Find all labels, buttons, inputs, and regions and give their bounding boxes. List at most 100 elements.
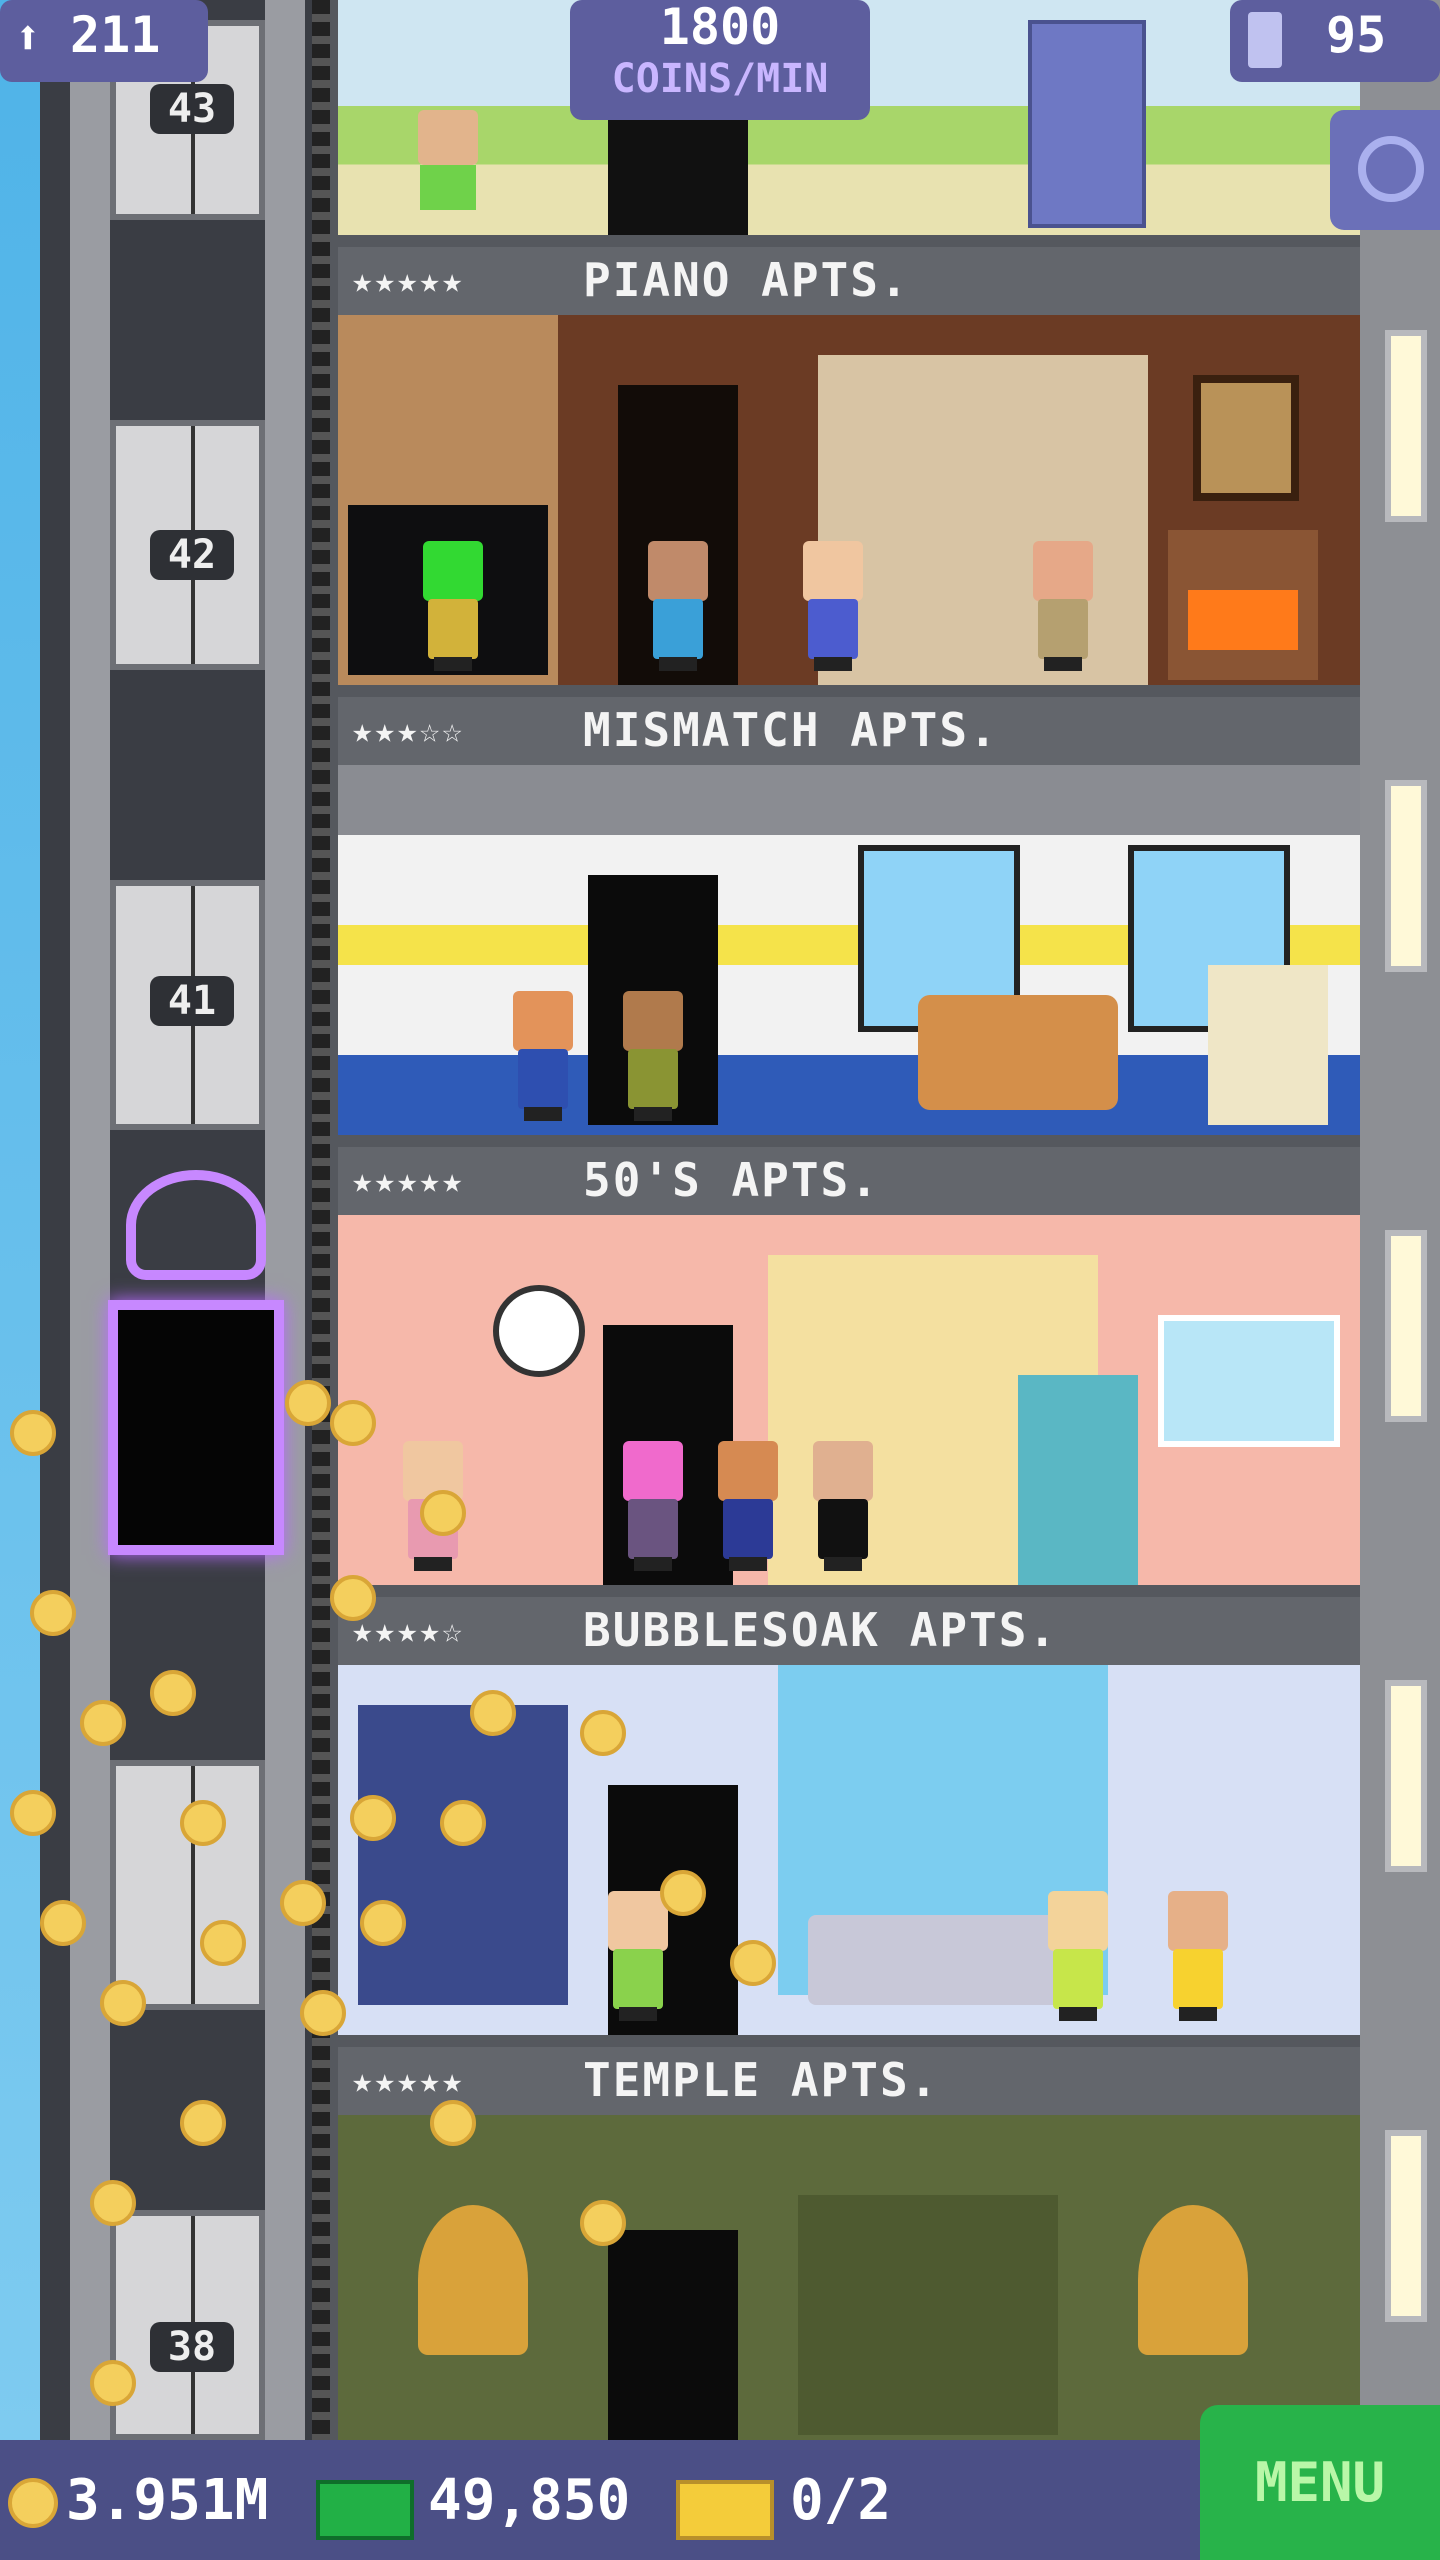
side-window — [1385, 1680, 1427, 1872]
resident[interactable] — [408, 110, 488, 210]
floor-stars: ★★★★★ — [352, 1161, 465, 1201]
coin-icon[interactable] — [660, 1870, 706, 1916]
resident[interactable] — [603, 1891, 673, 2021]
resident[interactable] — [798, 541, 868, 671]
person-icon: ⬆ — [14, 10, 42, 64]
bux-icon — [316, 2480, 414, 2540]
floor-banner[interactable]: ★★★★★ 50'S APTS. — [338, 1147, 1360, 1215]
side-window — [1385, 2130, 1427, 2322]
side-window — [1385, 330, 1427, 522]
elevator-door — [108, 1300, 284, 1555]
coin-icon[interactable] — [80, 1700, 126, 1746]
floor-piano-apts[interactable] — [338, 315, 1360, 685]
coin-icon[interactable] — [40, 1900, 86, 1946]
elevator-cable — [312, 0, 330, 2440]
floor-50s-apts[interactable] — [338, 1215, 1360, 1585]
floor-number-43: 43 — [150, 84, 234, 134]
floor-mismatch-apts[interactable] — [338, 765, 1360, 1135]
floor-banner[interactable]: ★★★★★ TEMPLE APTS. — [338, 2047, 1360, 2115]
floor-name: BUBBLESOAK APTS. — [583, 1603, 1059, 1657]
floor-count-value: 95 — [1326, 6, 1387, 64]
coin-icon — [8, 2478, 58, 2528]
floor-stars: ★★★★★ — [352, 261, 465, 301]
resident[interactable] — [508, 991, 578, 1121]
floor-name: TEMPLE APTS. — [583, 2053, 940, 2107]
coin-icon[interactable] — [730, 1940, 776, 1986]
resident[interactable] — [618, 991, 688, 1121]
resident[interactable] — [643, 541, 713, 671]
building-icon — [1248, 12, 1282, 68]
coin-icon[interactable] — [10, 1790, 56, 1836]
coin-icon[interactable] — [10, 1410, 56, 1456]
fridge-icon — [1028, 20, 1146, 228]
floor-name: MISMATCH APTS. — [583, 703, 999, 757]
coin-icon[interactable] — [350, 1795, 396, 1841]
coin-icon[interactable] — [300, 1990, 346, 2036]
floor-name: 50'S APTS. — [583, 1153, 880, 1207]
lion-statue-icon — [1138, 2205, 1248, 2355]
floor-temple-apts[interactable] — [338, 2115, 1360, 2440]
coin-icon[interactable] — [470, 1690, 516, 1736]
coin-icon[interactable] — [90, 2360, 136, 2406]
resident[interactable] — [1043, 1891, 1113, 2021]
coin-icon[interactable] — [180, 1800, 226, 1846]
floor-number-42: 42 — [150, 530, 234, 580]
coin-icon[interactable] — [330, 1575, 376, 1621]
coin-icon[interactable] — [580, 2200, 626, 2246]
population-value: 211 — [70, 6, 161, 64]
vip-elevator[interactable] — [96, 1160, 296, 1580]
tickets-count: 0/2 — [790, 2468, 892, 2533]
coin-icon[interactable] — [285, 1380, 331, 1426]
resident[interactable] — [618, 1441, 688, 1571]
coins-total: 3.951M — [66, 2468, 269, 2533]
floor-banner[interactable]: ★★★☆☆ MISMATCH APTS. — [338, 697, 1360, 765]
population-counter[interactable]: ⬆ 211 — [0, 0, 208, 82]
resident[interactable] — [808, 1441, 878, 1571]
coin-icon[interactable] — [30, 1590, 76, 1636]
coin-icon[interactable] — [430, 2100, 476, 2146]
floor-banner[interactable]: ★★★★★ PIANO APTS. — [338, 247, 1360, 315]
resident[interactable] — [1163, 1891, 1233, 2021]
coin-icon[interactable] — [360, 1900, 406, 1946]
coin-icon[interactable] — [440, 1800, 486, 1846]
floor-number-41: 41 — [150, 976, 234, 1026]
floor-stars: ★★★★☆ — [352, 1611, 465, 1651]
floor-banner[interactable]: ★★★★☆ BUBBLESOAK APTS. — [338, 1597, 1360, 1665]
zoom-button[interactable] — [1330, 110, 1440, 230]
resident[interactable] — [1028, 541, 1098, 671]
coin-icon[interactable] — [580, 1710, 626, 1756]
coins-rate-value: 1800 — [659, 0, 781, 56]
door — [608, 2230, 738, 2440]
door — [608, 110, 748, 235]
resident[interactable] — [713, 1441, 783, 1571]
floor-counter[interactable]: 95 — [1230, 0, 1440, 82]
coin-icon[interactable] — [180, 2100, 226, 2146]
clock-icon — [493, 1285, 585, 1377]
coin-icon[interactable] — [90, 2180, 136, 2226]
magnifier-icon — [1358, 136, 1424, 202]
lion-statue-icon — [418, 2205, 528, 2355]
menu-button[interactable]: MENU — [1200, 2405, 1440, 2560]
coins-rate-unit: COINS/MIN — [611, 56, 829, 102]
coin-icon[interactable] — [420, 1490, 466, 1536]
coins-per-minute-panel[interactable]: 1800 COINS/MIN — [570, 0, 870, 120]
coin-icon[interactable] — [280, 1880, 326, 1926]
resident[interactable] — [418, 541, 488, 671]
coin-icon[interactable] — [150, 1670, 196, 1716]
floor-name: PIANO APTS. — [583, 253, 910, 307]
elevator-stop-39[interactable] — [110, 1760, 265, 2010]
coin-icon[interactable] — [100, 1980, 146, 2026]
side-window — [1385, 1230, 1427, 1422]
floor-stars: ★★★☆☆ — [352, 711, 465, 751]
coin-icon[interactable] — [330, 1400, 376, 1446]
floor-number-38: 38 — [150, 2322, 234, 2372]
coin-icon[interactable] — [200, 1920, 246, 1966]
ticket-icon — [676, 2480, 774, 2540]
window — [1158, 1315, 1340, 1447]
side-window — [1385, 780, 1427, 972]
floor-stars: ★★★★★ — [352, 2061, 465, 2101]
gift-bow-icon — [126, 1170, 266, 1280]
painting — [1193, 375, 1299, 501]
temple-wall — [798, 2195, 1058, 2435]
bux-total: 49,850 — [428, 2468, 631, 2533]
